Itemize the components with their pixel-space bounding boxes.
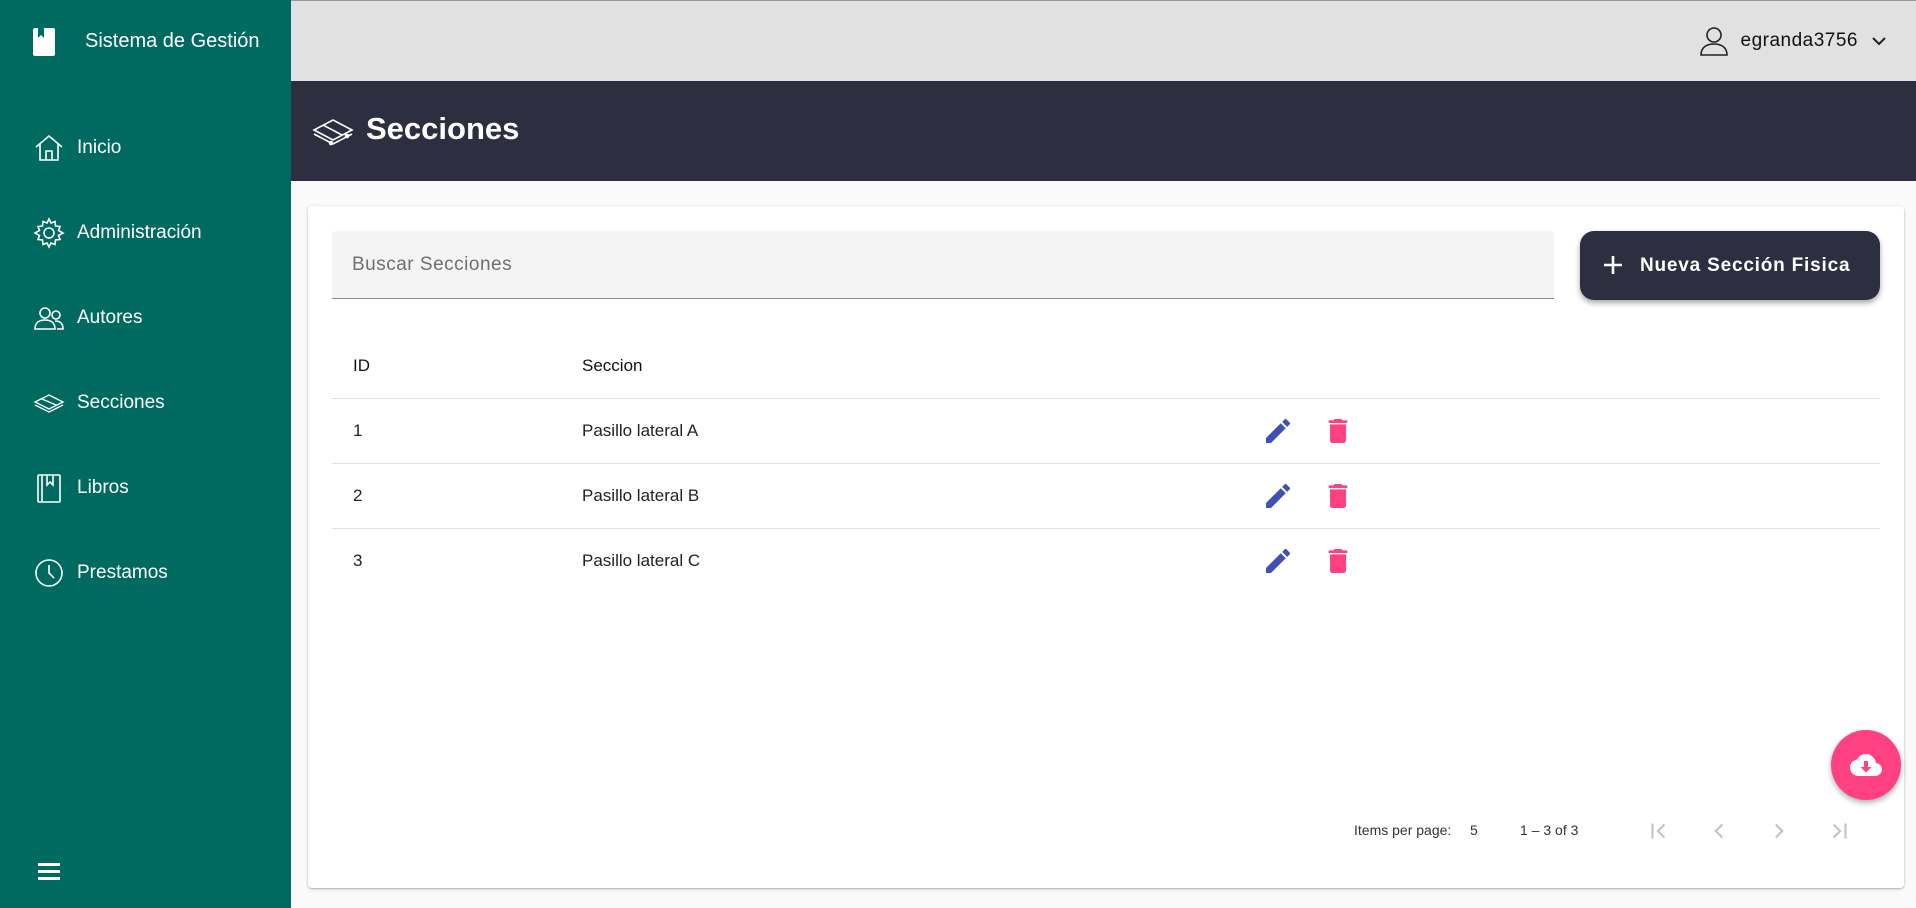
content-card: Nueva Sección Fisica ID Seccion 1 Pasill…: [308, 206, 1904, 888]
sidebar-item-prestamos[interactable]: Prestamos: [0, 543, 291, 603]
edit-icon[interactable]: [1262, 415, 1294, 447]
delete-icon[interactable]: [1322, 545, 1354, 577]
edit-icon[interactable]: [1262, 480, 1294, 512]
new-section-button[interactable]: Nueva Sección Fisica: [1580, 231, 1880, 300]
header-id: ID: [353, 356, 370, 375]
new-section-label: Nueva Sección Fisica: [1640, 255, 1851, 276]
table-header: ID Seccion: [332, 334, 1880, 399]
table-row: 2 Pasillo lateral B: [332, 464, 1880, 529]
sidebar-item-label: Administración: [77, 222, 202, 243]
cell-id: 3: [353, 551, 363, 570]
download-fab[interactable]: [1831, 730, 1901, 800]
plus-icon: [1604, 256, 1622, 274]
page-range-label: 1 – 3 of 3: [1520, 822, 1579, 838]
cell-id: 1: [353, 421, 363, 440]
search-input[interactable]: [332, 231, 1554, 298]
home-icon: [35, 134, 63, 161]
table-row: 1 Pasillo lateral A: [332, 399, 1880, 464]
sidebar-item-label: Secciones: [77, 392, 165, 413]
user-menu[interactable]: egranda3756: [1699, 23, 1889, 59]
sidebar-item-inicio[interactable]: Inicio: [0, 118, 291, 178]
page-title: Secciones: [366, 111, 520, 146]
layers-icon: [33, 394, 65, 413]
sidebar-item-secciones[interactable]: Secciones: [0, 373, 291, 433]
page-header: Secciones: [291, 81, 1916, 181]
sections-table: ID Seccion 1 Pasillo lateral A 2 Pasillo…: [332, 334, 1880, 593]
paginator: Items per page: 5 1 – 3 of 3: [308, 806, 1904, 856]
clock-icon: [35, 559, 63, 587]
cell-section: Pasillo lateral A: [582, 421, 699, 440]
sidebar-item-libros[interactable]: Libros: [0, 458, 291, 518]
layers-icon: [312, 119, 354, 146]
edit-icon[interactable]: [1262, 545, 1294, 577]
gear-icon: [33, 217, 65, 249]
book-icon: [37, 474, 61, 503]
sidebar-item-label: Libros: [77, 477, 129, 498]
cloud-download-icon: [1850, 754, 1882, 776]
sidebar-item-label: Prestamos: [77, 562, 168, 583]
delete-icon[interactable]: [1322, 415, 1354, 447]
search-field: [332, 231, 1554, 299]
page-size-select[interactable]: 5: [1470, 822, 1478, 838]
sidebar-item-autores[interactable]: Autores: [0, 288, 291, 348]
items-per-page-label: Items per page:: [1354, 822, 1452, 838]
user-name: egranda3756: [1740, 30, 1858, 51]
top-bar: egranda3756: [291, 0, 1916, 81]
last-page-icon[interactable]: [1826, 818, 1852, 844]
sidebar: Sistema de Gestión Inicio Administración…: [0, 0, 291, 908]
next-page-icon[interactable]: [1766, 818, 1792, 844]
first-page-icon[interactable]: [1646, 818, 1672, 844]
cell-section: Pasillo lateral B: [582, 486, 700, 505]
brand: Sistema de Gestión: [0, 0, 291, 82]
sidebar-item-label: Autores: [77, 307, 143, 328]
people-icon: [34, 307, 64, 330]
sidebar-item-label: Inicio: [77, 137, 122, 158]
previous-page-icon[interactable]: [1706, 818, 1732, 844]
app-title: Sistema de Gestión: [85, 30, 260, 52]
header-section: Seccion: [582, 356, 643, 375]
sidebar-item-administracion[interactable]: Administración: [0, 203, 291, 263]
cell-id: 2: [353, 486, 363, 505]
delete-icon[interactable]: [1322, 480, 1354, 512]
user-icon: [1699, 27, 1728, 56]
table-row: 3 Pasillo lateral C: [332, 529, 1880, 593]
menu-icon[interactable]: [36, 860, 64, 884]
book-logo-icon: [33, 28, 55, 56]
cell-section: Pasillo lateral C: [582, 551, 701, 570]
chevron-down-icon: [1872, 37, 1886, 46]
